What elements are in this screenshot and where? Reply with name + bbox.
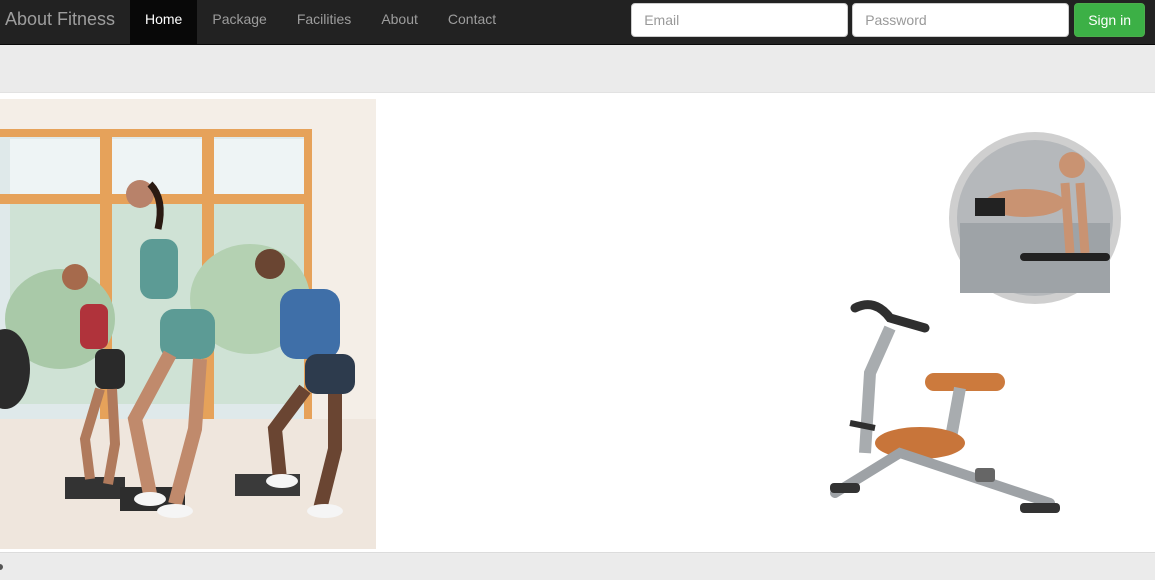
nav-item-package[interactable]: Package [197, 0, 281, 45]
signin-form: Sign in [631, 3, 1145, 37]
bottom-spacer-band [0, 554, 1155, 580]
top-navbar: About Fitness Home Package Facilities Ab… [0, 0, 1155, 45]
brand-link[interactable]: About Fitness [5, 0, 115, 45]
top-spacer-band [0, 46, 1155, 92]
aerobics-class-image [0, 99, 376, 549]
nav-item-contact[interactable]: Contact [433, 0, 511, 45]
nav-item-home[interactable]: Home [130, 0, 198, 45]
fitness-equipment-image [780, 123, 1140, 543]
email-field[interactable] [631, 3, 849, 37]
main-nav: Home Package Facilities About Contact [130, 0, 511, 45]
nav-item-facilities[interactable]: Facilities [282, 0, 366, 45]
nav-item-about[interactable]: About [366, 0, 433, 45]
password-field[interactable] [852, 3, 1070, 37]
sign-in-button[interactable]: Sign in [1074, 3, 1145, 37]
hero-carousel [0, 92, 1155, 553]
